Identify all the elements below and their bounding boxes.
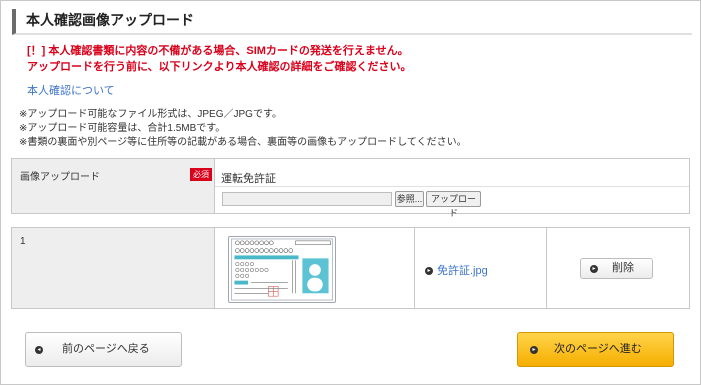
file-index: 1 — [20, 236, 26, 247]
upload-button[interactable]: アップロード — [426, 191, 481, 218]
arrow-left-icon: ◂ — [35, 346, 43, 354]
delete-label: 削除 — [612, 262, 634, 274]
note-format: ※アップロード可能なファイル形式は、JPEG／JPGです。 — [19, 109, 282, 120]
document-type: 運転免許証 — [221, 173, 276, 185]
next-label: 次のページへ進む — [554, 343, 642, 355]
file-name: 免許証.jpg — [437, 265, 488, 277]
arrow-right-icon: ▸ — [590, 265, 598, 273]
file-index-cell: 1 — [12, 228, 215, 308]
note-size: ※アップロード可能容量は、合計1.5MBです。 — [19, 123, 226, 134]
identity-verification-link[interactable]: 本人確認について — [27, 82, 115, 98]
upload-notes: ※アップロード可能なファイル形式は、JPEG／JPGです。 ※アップロード可能容… — [19, 108, 467, 150]
note-back-side: ※書類の裏面や別ページ等に住所等の記載がある場合、裏面等の画像もアップロードして… — [19, 137, 467, 148]
warning-message: [！] 本人確認書類に内容の不備がある場合、SIMカードの発送を行えません。 ア… — [27, 43, 411, 75]
arrow-right-icon: ▸ — [425, 267, 433, 276]
previous-page-button[interactable]: ◂ 前のページへ戻る — [25, 332, 182, 367]
upload-label: 画像アップロード — [20, 172, 100, 183]
warning-line-2: アップロードを行う前に、以下リンクより本人確認の詳細をご確認ください。 — [27, 61, 412, 73]
required-badge: 必須 — [190, 168, 212, 181]
license-thumbnail — [228, 236, 336, 303]
column-divider — [414, 228, 415, 308]
column-divider — [546, 228, 547, 308]
arrow-right-icon: ▸ — [530, 346, 538, 354]
upload-label-cell: 画像アップロード 必須 — [12, 159, 215, 213]
delete-button[interactable]: ▸ 削除 — [580, 258, 653, 279]
next-page-button[interactable]: ▸ 次のページへ進む — [517, 332, 674, 367]
file-path-input[interactable] — [222, 192, 392, 206]
warning-line-1: [！] 本人確認書類に内容の不備がある場合、SIMカードの発送を行えません。 — [27, 45, 409, 57]
divider — [215, 186, 689, 187]
uploaded-file-link[interactable]: ▸ 免許証.jpg — [425, 262, 488, 278]
previous-label: 前のページへ戻る — [62, 343, 150, 355]
page-title: 本人確認画像アップロード — [12, 9, 692, 35]
browse-button[interactable]: 参照... — [395, 191, 424, 207]
